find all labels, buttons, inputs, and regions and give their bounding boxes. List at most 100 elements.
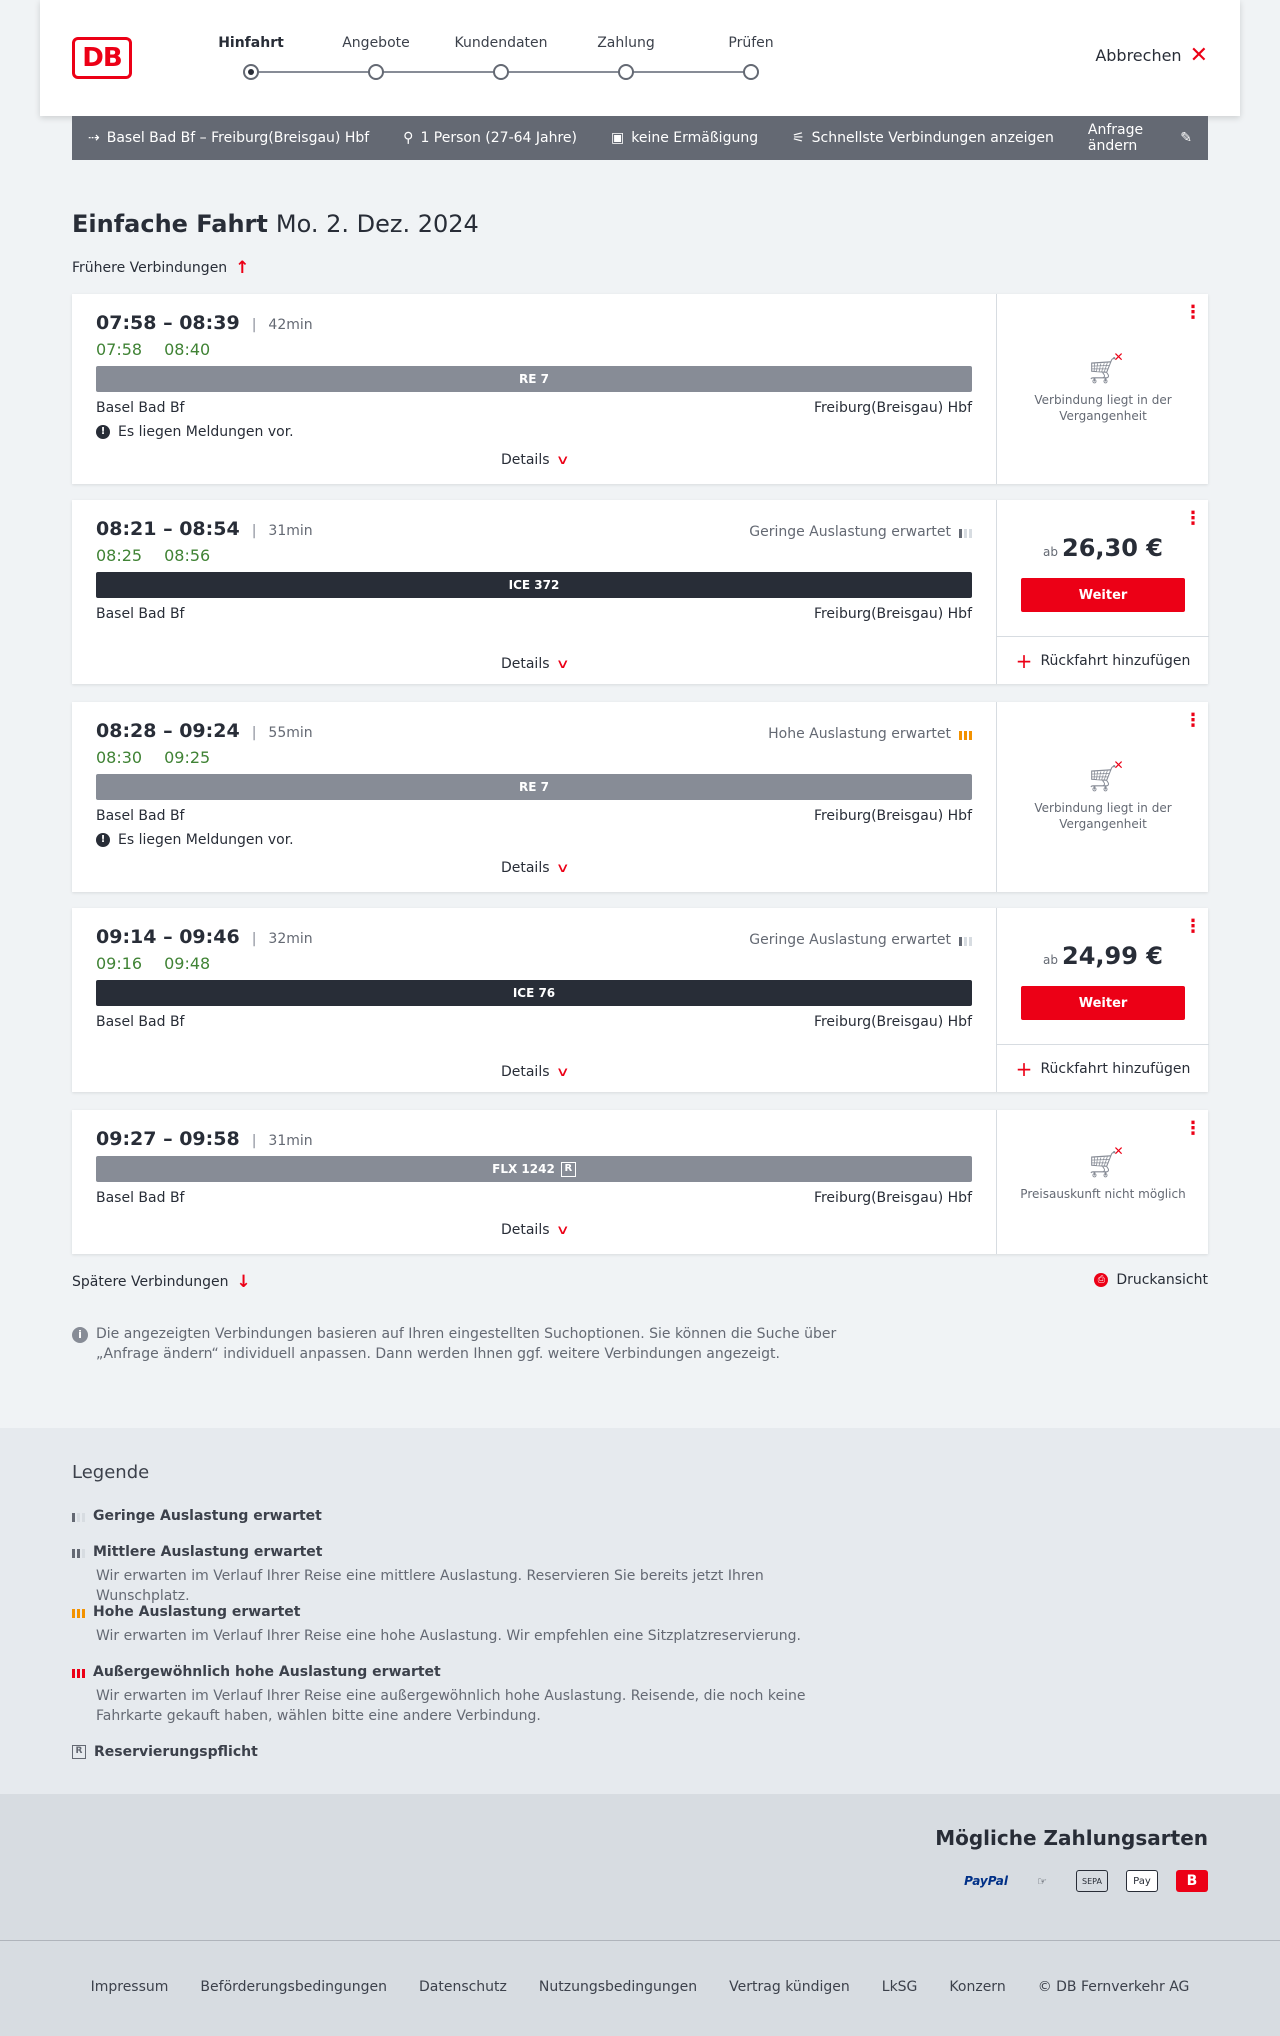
- duration: 31min: [268, 523, 313, 539]
- footer-link-impressum[interactable]: Impressum: [91, 1979, 169, 1995]
- footer-link-vertrag-kuendigen[interactable]: Vertrag kündigen: [729, 1979, 850, 1995]
- fastest-toggle[interactable]: ⚟ Schnellste Verbindungen anzeigen: [792, 130, 1054, 146]
- plus-icon: +: [1015, 1056, 1033, 1081]
- page-title: Einfache Fahrt Mo. 2. Dez. 2024: [72, 210, 479, 238]
- connection-times: 07:58 – 08:39 | 42min: [96, 312, 313, 334]
- cancel-button[interactable]: Abbrechen ✕: [1095, 44, 1208, 66]
- payment-title: Mögliche Zahlungsarten: [935, 1826, 1208, 1850]
- details-toggle[interactable]: Details ∨: [72, 452, 996, 468]
- continue-button[interactable]: Weiter: [1021, 578, 1185, 612]
- discount-summary[interactable]: ▣ keine Ermäßigung: [611, 130, 758, 146]
- connection-info[interactable]: 08:21 – 08:54 | 31min Geringe Auslastung…: [72, 500, 996, 684]
- db-payment-icon: B: [1176, 1870, 1208, 1892]
- legend-item-title: Mittlere Auslastung erwartet: [93, 1544, 323, 1560]
- notice: ! Es liegen Meldungen vor.: [96, 832, 294, 848]
- chevron-down-icon: ∨: [555, 1065, 570, 1080]
- occupancy-label: Geringe Auslastung erwartet: [749, 932, 951, 948]
- occupancy-indicator: Geringe Auslastung erwartet: [749, 524, 972, 540]
- train-bar: RE 7: [96, 774, 972, 800]
- printer-icon: ⎙: [1094, 1273, 1109, 1287]
- legend-section: Legende Geringe Auslastung erwartet Mitt…: [0, 1428, 1280, 1794]
- connection-info[interactable]: 09:14 – 09:46 | 32min Geringe Auslastung…: [72, 908, 996, 1092]
- occupancy-label: Hohe Auslastung erwartet: [768, 726, 951, 742]
- connection-card: 09:27 – 09:58 | 31min FLX 1242 R Basel B…: [72, 1110, 1208, 1254]
- edit-search-button[interactable]: Anfrage ändern ✎: [1088, 122, 1192, 154]
- connection-info[interactable]: 07:58 – 08:39 | 42min 07:58 08:40 RE 7 B…: [72, 294, 996, 484]
- continue-button[interactable]: Weiter: [1021, 986, 1185, 1020]
- train-bar: FLX 1242 R: [96, 1156, 972, 1182]
- add-return-button[interactable]: + Rückfahrt hinzufügen: [997, 1044, 1209, 1092]
- origin-station: Basel Bad Bf: [96, 808, 185, 824]
- legend-item-title: Außergewöhnlich hohe Auslastung erwartet: [93, 1664, 441, 1680]
- legend-item: Hohe Auslastung erwartet Wir erwarten im…: [72, 1604, 872, 1646]
- earlier-connections-link[interactable]: Frühere Verbindungen ↑: [72, 258, 249, 278]
- footer-link-lksg[interactable]: LkSG: [882, 1979, 918, 1995]
- print-view-link[interactable]: ⎙ Druckansicht: [1094, 1272, 1208, 1288]
- arrow-down-icon: ↓: [236, 1272, 251, 1292]
- legend-item-title: Hohe Auslastung erwartet: [93, 1604, 301, 1620]
- chevron-down-icon: ∨: [555, 1223, 570, 1238]
- realtime-times: 07:58 08:40: [96, 340, 210, 359]
- person-icon: ⚲: [403, 130, 414, 146]
- footer-link-befoerderungsbedingungen[interactable]: Beförderungsbedingungen: [200, 1979, 387, 1995]
- details-toggle[interactable]: Details ∨: [72, 1064, 996, 1080]
- train-name: FLX 1242: [492, 1162, 555, 1176]
- connection-times: 08:21 – 08:54 | 31min: [96, 518, 313, 540]
- occupancy-label: Geringe Auslastung erwartet: [749, 524, 951, 540]
- db-logo[interactable]: DB: [72, 37, 132, 79]
- price-value: 24,99 €: [1062, 942, 1163, 970]
- legend-item-title: Geringe Auslastung erwartet: [93, 1508, 322, 1524]
- details-toggle[interactable]: Details ∨: [72, 860, 996, 876]
- more-options-icon[interactable]: ⋮: [1184, 918, 1202, 936]
- legend-item: R Reservierungspflicht: [72, 1744, 872, 1760]
- step-hinfahrt: Hinfahrt: [191, 34, 311, 80]
- alert-icon: !: [96, 425, 110, 439]
- card-icon: ▣: [611, 130, 625, 146]
- footer-link-konzern[interactable]: Konzern: [949, 1979, 1005, 1995]
- footer-link-nutzungsbedingungen[interactable]: Nutzungsbedingungen: [539, 1979, 697, 1995]
- details-label: Details: [500, 1064, 550, 1080]
- destination-station: Freiburg(Breisgau) Hbf: [813, 1014, 972, 1030]
- trip-date: Mo. 2. Dez. 2024: [275, 210, 479, 238]
- destination-station: Freiburg(Breisgau) Hbf: [813, 808, 972, 824]
- passenger-summary[interactable]: ⚲ 1 Person (27-64 Jahre): [403, 130, 577, 146]
- search-info-note: i Die angezeigten Verbindungen basieren …: [72, 1324, 852, 1364]
- add-return-button[interactable]: + Rückfahrt hinzufügen: [997, 636, 1209, 684]
- offer-panel: ⋮ 🛒︎ ✕ Preisauskunft nicht möglich: [996, 1110, 1208, 1254]
- plus-icon: +: [1015, 648, 1033, 673]
- destination-station: Freiburg(Breisgau) Hbf: [813, 606, 972, 622]
- route-summary[interactable]: ⇢ Basel Bad Bf – Freiburg(Breisgau) Hbf: [88, 130, 369, 146]
- train-name: ICE 76: [512, 986, 556, 1000]
- details-toggle[interactable]: Details ∨: [72, 1222, 996, 1238]
- unavailable-offer: 🛒︎ ✕ Preisauskunft nicht möglich: [997, 1144, 1209, 1202]
- step-dot: [618, 64, 634, 80]
- duration: 32min: [268, 931, 313, 947]
- step-label: Angebote: [342, 35, 410, 51]
- fastest-label: Schnellste Verbindungen anzeigen: [811, 130, 1054, 146]
- arrow-up-icon: ↑: [235, 258, 250, 278]
- step-angebote: Angebote: [316, 34, 436, 80]
- footer-link-datenschutz[interactable]: Datenschutz: [419, 1979, 507, 1995]
- occupancy-indicator: Hohe Auslastung erwartet: [768, 726, 972, 742]
- chevron-down-icon: ∨: [555, 453, 570, 468]
- legend-item-text: Wir erwarten im Verlauf Ihrer Reise eine…: [96, 1688, 806, 1724]
- apple-pay-icon: Pay: [1126, 1870, 1158, 1892]
- duration: 42min: [268, 317, 313, 333]
- cart-unavailable-icon: 🛒︎ ✕: [1086, 758, 1124, 794]
- details-toggle[interactable]: Details ∨: [72, 656, 996, 672]
- more-options-icon[interactable]: ⋮: [1184, 712, 1202, 730]
- realtime-departure: 08:25: [96, 546, 143, 565]
- passenger-label: 1 Person (27-64 Jahre): [420, 130, 577, 146]
- pencil-icon: ✎: [1180, 130, 1192, 146]
- occupancy-low-icon: [72, 1510, 85, 1522]
- realtime-times: 08:25 08:56: [96, 546, 210, 565]
- scheduled-times: 08:28 – 09:24: [96, 720, 240, 742]
- more-options-icon[interactable]: ⋮: [1184, 304, 1202, 322]
- more-options-icon[interactable]: ⋮: [1184, 510, 1202, 528]
- later-connections-link[interactable]: Spätere Verbindungen ↓: [72, 1272, 251, 1292]
- more-options-icon[interactable]: ⋮: [1184, 1120, 1202, 1138]
- connection-info[interactable]: 09:27 – 09:58 | 31min FLX 1242 R Basel B…: [72, 1110, 996, 1254]
- occupancy-exceptional-icon: [72, 1666, 85, 1678]
- details-label: Details: [500, 860, 550, 876]
- connection-info[interactable]: 08:28 – 09:24 | 55min Hohe Auslastung er…: [72, 702, 996, 892]
